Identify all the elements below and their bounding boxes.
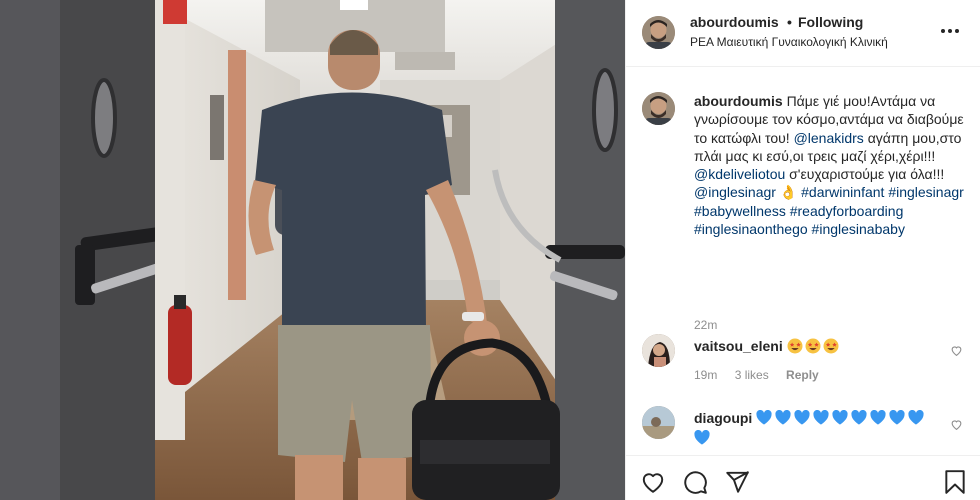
caption-text-segment: σ'ευχαριστούμε για όλα!!! xyxy=(785,166,945,183)
caption-link[interactable]: #inglesinagr xyxy=(888,184,964,200)
commenter-username[interactable]: vaitsou_eleni xyxy=(694,338,783,354)
comment-likes[interactable]: 3 likes xyxy=(735,368,769,382)
comment-meta: 19m 3 likes Reply xyxy=(694,368,833,382)
instagram-post: abourdoumis • Following ΡΕΑ Μαιευτική Γυ… xyxy=(0,0,980,500)
caption-link[interactable]: #readyforboarding xyxy=(790,203,904,219)
author-avatar[interactable] xyxy=(642,16,675,49)
caption-link[interactable]: #inglesinaonthego xyxy=(694,221,808,237)
commenter-avatar[interactable] xyxy=(642,334,675,367)
caption-link[interactable]: #darwininfant xyxy=(801,184,884,200)
comment-time[interactable]: 19m xyxy=(694,368,717,382)
caption-text-segment: 👌 xyxy=(775,184,802,201)
comment-heart-icon[interactable] xyxy=(950,418,963,431)
comment-icon[interactable] xyxy=(682,469,708,495)
author-username[interactable]: abourdoumis xyxy=(690,14,779,30)
caption-link[interactable]: @lenakidrs xyxy=(794,130,864,146)
post-photo[interactable] xyxy=(0,0,625,500)
share-icon[interactable] xyxy=(724,469,750,495)
post-header: abourdoumis • Following ΡΕΑ Μαιευτική Γυ… xyxy=(626,0,980,67)
separator-dot: • xyxy=(787,14,792,30)
following-button[interactable]: Following xyxy=(798,14,863,30)
caption-username[interactable]: abourdoumis xyxy=(694,93,783,109)
comment-heart-icon[interactable] xyxy=(950,344,963,357)
bookmark-icon[interactable] xyxy=(942,469,968,495)
comments-section[interactable]: abourdoumis Πάμε γιέ μου!Αντάμα να γνωρί… xyxy=(626,68,980,454)
action-bar xyxy=(626,455,980,500)
caption-author-avatar[interactable] xyxy=(642,92,675,125)
caption-body: Πάμε γιέ μου!Αντάμα να γνωρίσουμε τον κό… xyxy=(694,93,964,237)
caption-link[interactable]: #babywellness xyxy=(694,203,786,219)
comment-body: diagoupi xyxy=(694,408,934,448)
commenter-avatar[interactable] xyxy=(642,406,675,439)
heart-icon[interactable] xyxy=(640,469,666,495)
post-location[interactable]: ΡΕΑ Μαιευτική Γυναικολογική Κλινική xyxy=(690,35,888,49)
caption-timestamp[interactable]: 22m xyxy=(694,318,717,332)
caption-text: abourdoumis Πάμε γιέ μου!Αντάμα να γνωρί… xyxy=(694,92,964,238)
more-options-icon[interactable] xyxy=(941,26,961,36)
caption-link[interactable]: @inglesinagr xyxy=(694,184,776,200)
reply-button[interactable]: Reply xyxy=(786,368,819,382)
commenter-username[interactable]: diagoupi xyxy=(694,410,752,426)
caption-link[interactable]: @kdeliveliotou xyxy=(694,166,785,182)
post-side-panel: abourdoumis • Following ΡΕΑ Μαιευτική Γυ… xyxy=(625,0,980,500)
hospital-corridor-photo xyxy=(0,0,625,500)
caption-link[interactable]: #inglesinababy xyxy=(812,221,905,237)
comment-body: vaitsou_eleni xyxy=(694,336,934,356)
comment-emojis xyxy=(787,338,841,354)
